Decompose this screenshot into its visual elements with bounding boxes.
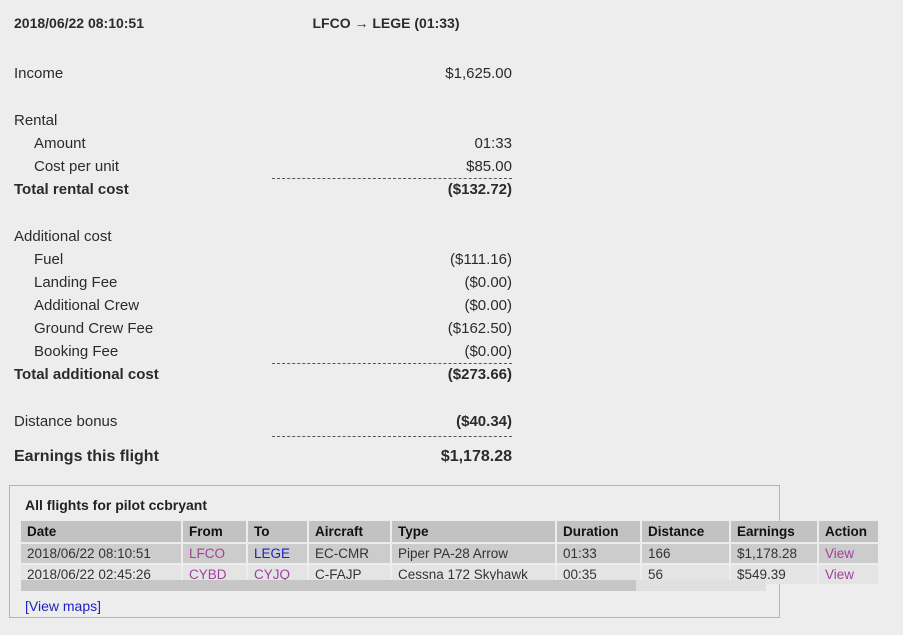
booking-fee-value: ($0.00)	[464, 343, 512, 360]
distance-bonus-value: ($40.34)	[456, 413, 512, 430]
cell-earnings: $1,178.28	[730, 542, 819, 564]
rental-section-title: Rental	[14, 112, 58, 129]
rental-cost-per-unit-value: $85.00	[466, 158, 512, 175]
rental-amount-row: Amount 01:33	[0, 132, 903, 155]
column-header-date[interactable]: Date	[21, 521, 183, 543]
cell-action: View	[818, 563, 880, 584]
horizontal-scrollbar-thumb[interactable]	[21, 580, 636, 591]
view-flight-link[interactable]: View	[825, 546, 854, 561]
rental-cost-per-unit-label: Cost per unit	[34, 158, 120, 175]
cell-to: LEGE	[247, 542, 309, 564]
flight-earnings-summary: 2018/06/22 08:10:51 LFCO → LEGE (01:33) …	[0, 0, 903, 468]
all-flights-title: All flights for pilot ccbryant	[25, 497, 208, 513]
flight-datetime: 2018/06/22 08:10:51	[14, 15, 144, 31]
rental-amount-label: Amount	[34, 135, 86, 152]
column-header-aircraft[interactable]: Aircraft	[308, 521, 392, 543]
additional-section-title-row: Additional cost	[0, 225, 903, 248]
column-header-action[interactable]: Action	[818, 521, 880, 543]
fuel-value: ($111.16)	[450, 251, 512, 268]
rental-amount-value: 01:33	[474, 135, 512, 152]
income-row: Income $1,625.00	[0, 62, 903, 85]
earnings-total-divider	[272, 436, 512, 437]
additional-total-row: Total additional cost ($273.66)	[0, 363, 903, 386]
additional-crew-label: Additional Crew	[34, 297, 140, 314]
flight-route: LFCO → LEGE (01:33)	[312, 15, 460, 31]
column-header-duration[interactable]: Duration	[556, 521, 642, 543]
view-maps-container: [View maps]	[25, 598, 101, 614]
horizontal-scrollbar[interactable]	[21, 580, 766, 591]
cell-distance: 166	[641, 542, 731, 564]
booking-fee-label: Booking Fee	[34, 343, 119, 360]
table-row: 2018/06/22 08:10:51 LFCO LEGE EC-CMR Pip…	[21, 542, 880, 564]
landing-fee-value: ($0.00)	[464, 274, 512, 291]
ground-crew-fee-label: Ground Crew Fee	[34, 320, 154, 337]
earnings-total-label: Earnings this flight	[14, 448, 159, 465]
summary-header: 2018/06/22 08:10:51 LFCO → LEGE (01:33)	[0, 8, 903, 38]
additional-crew-row: Additional Crew ($0.00)	[0, 294, 903, 317]
ground-crew-fee-row: Ground Crew Fee ($162.50)	[0, 317, 903, 340]
cell-date: 2018/06/22 08:10:51	[21, 542, 183, 564]
rental-total-value: ($132.72)	[447, 181, 512, 198]
column-header-type[interactable]: Type	[391, 521, 557, 543]
flights-table: Date From To Aircraft Type Duration Dist…	[21, 521, 880, 584]
distance-bonus-row: Distance bonus ($40.34)	[0, 410, 903, 433]
fuel-row: Fuel ($111.16)	[0, 248, 903, 271]
column-header-earnings[interactable]: Earnings	[730, 521, 819, 543]
landing-fee-row: Landing Fee ($0.00)	[0, 271, 903, 294]
column-header-from[interactable]: From	[182, 521, 248, 543]
to-airport-link[interactable]: LEGE	[254, 546, 290, 561]
flights-table-header-row: Date From To Aircraft Type Duration Dist…	[21, 521, 880, 543]
additional-section-title: Additional cost	[14, 228, 112, 245]
additional-total-label: Total additional cost	[14, 366, 159, 383]
view-maps-link[interactable]: [View maps]	[25, 598, 101, 614]
from-airport-link[interactable]: LFCO	[189, 546, 225, 561]
cell-action: View	[818, 542, 880, 564]
cell-duration: 01:33	[556, 542, 642, 564]
cell-from: LFCO	[182, 542, 248, 564]
fuel-label: Fuel	[34, 251, 64, 268]
income-value: $1,625.00	[445, 65, 512, 82]
additional-total-value: ($273.66)	[447, 366, 512, 383]
landing-fee-label: Landing Fee	[34, 274, 118, 291]
flights-table-scroll-area[interactable]: Date From To Aircraft Type Duration Dist…	[21, 521, 880, 584]
rental-total-label: Total rental cost	[14, 181, 129, 198]
rental-section-title-row: Rental	[0, 109, 903, 132]
view-flight-link[interactable]: View	[825, 567, 854, 582]
ground-crew-fee-value: ($162.50)	[447, 320, 512, 337]
distance-bonus-label: Distance bonus	[14, 413, 118, 430]
cell-type: Piper PA-28 Arrow	[391, 542, 557, 564]
income-label: Income	[14, 65, 64, 82]
rental-cost-per-unit-row: Cost per unit $85.00	[0, 155, 903, 178]
cell-aircraft: EC-CMR	[308, 542, 392, 564]
all-flights-panel: All flights for pilot ccbryant Date From…	[9, 485, 880, 618]
earnings-total-row: Earnings this flight $1,178.28	[0, 436, 903, 468]
rental-total-row: Total rental cost ($132.72)	[0, 178, 903, 201]
additional-crew-value: ($0.00)	[464, 297, 512, 314]
column-header-distance[interactable]: Distance	[641, 521, 731, 543]
column-header-to[interactable]: To	[247, 521, 309, 543]
earnings-total-value: $1,178.28	[440, 448, 512, 465]
booking-fee-row: Booking Fee ($0.00)	[0, 340, 903, 363]
